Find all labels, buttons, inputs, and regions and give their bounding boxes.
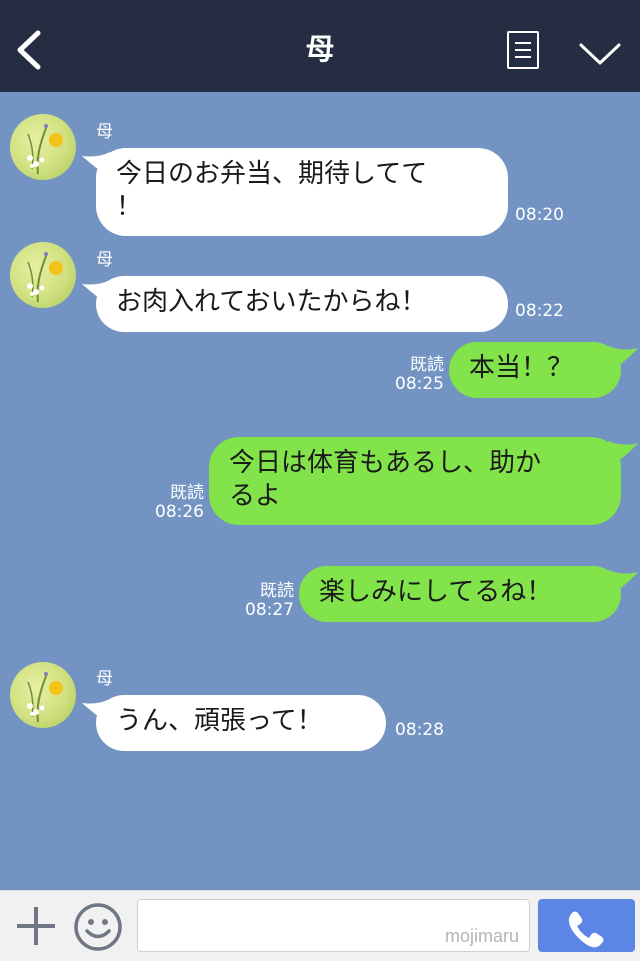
avatar[interactable] xyxy=(10,662,76,728)
message-time: 08:22 xyxy=(515,301,564,321)
input-bar: mojimaru xyxy=(0,890,640,961)
phone-icon xyxy=(568,911,604,948)
message-time: 08:28 xyxy=(395,720,444,740)
menu-button[interactable] xyxy=(507,31,539,69)
message-bubble[interactable]: 今日のお弁当、期待してて ！ xyxy=(96,148,508,236)
avatar[interactable] xyxy=(10,242,76,308)
chat-title: 母 xyxy=(305,32,335,66)
read-label: 既読 xyxy=(410,355,444,375)
call-button[interactable] xyxy=(538,899,635,952)
sender-name: 母 xyxy=(96,250,113,270)
message-time: 08:25 xyxy=(395,374,444,394)
message-line: 今日のお弁当、期待してて xyxy=(116,159,428,189)
message-bubble[interactable]: 楽しみにしてるね！ xyxy=(299,566,621,622)
plus-icon xyxy=(17,907,55,945)
message-line: るよ xyxy=(229,481,282,511)
chevron-down-icon xyxy=(579,43,621,65)
message-bubble[interactable]: うん、頑張って！ xyxy=(96,695,386,751)
read-receipt: 既読 08:26 xyxy=(148,484,204,522)
avatar[interactable] xyxy=(10,114,76,180)
message-time: 08:27 xyxy=(245,600,294,620)
sender-name: 母 xyxy=(96,122,113,142)
collapse-button[interactable] xyxy=(579,42,621,66)
message-time: 08:20 xyxy=(515,205,564,225)
message-input[interactable]: mojimaru xyxy=(137,899,530,952)
read-label: 既読 xyxy=(170,483,204,503)
message-bubble[interactable]: お肉入れておいたからね！ xyxy=(96,276,508,332)
message-line: 今日は体育もあるし、助か xyxy=(229,448,542,478)
message-line: 本当！？ xyxy=(469,353,574,383)
read-label: 既読 xyxy=(260,581,294,601)
message-line: うん、頑張って！ xyxy=(116,706,323,736)
message-line: ！ xyxy=(116,192,143,222)
smiley-icon xyxy=(74,903,122,951)
chat-header: 母 xyxy=(0,0,640,92)
message-line: 楽しみにしてるね！ xyxy=(319,577,553,607)
emoji-button[interactable] xyxy=(73,902,123,952)
message-time: 08:26 xyxy=(155,502,204,522)
message-bubble[interactable]: 本当！？ xyxy=(449,342,621,398)
read-receipt: 既読 08:27 xyxy=(238,582,294,620)
add-attachment-button[interactable] xyxy=(14,904,58,948)
sender-name: 母 xyxy=(96,669,113,689)
chat-area[interactable]: 母 今日のお弁当、期待してて ！ 08:20 母 お肉入れておいたからね！ 08… xyxy=(0,92,640,890)
read-receipt: 既読 08:25 xyxy=(388,356,444,394)
message-bubble[interactable]: 今日は体育もあるし、助か るよ xyxy=(209,437,621,525)
message-line: お肉入れておいたからね！ xyxy=(116,287,427,317)
watermark-text: mojimaru xyxy=(444,926,519,946)
